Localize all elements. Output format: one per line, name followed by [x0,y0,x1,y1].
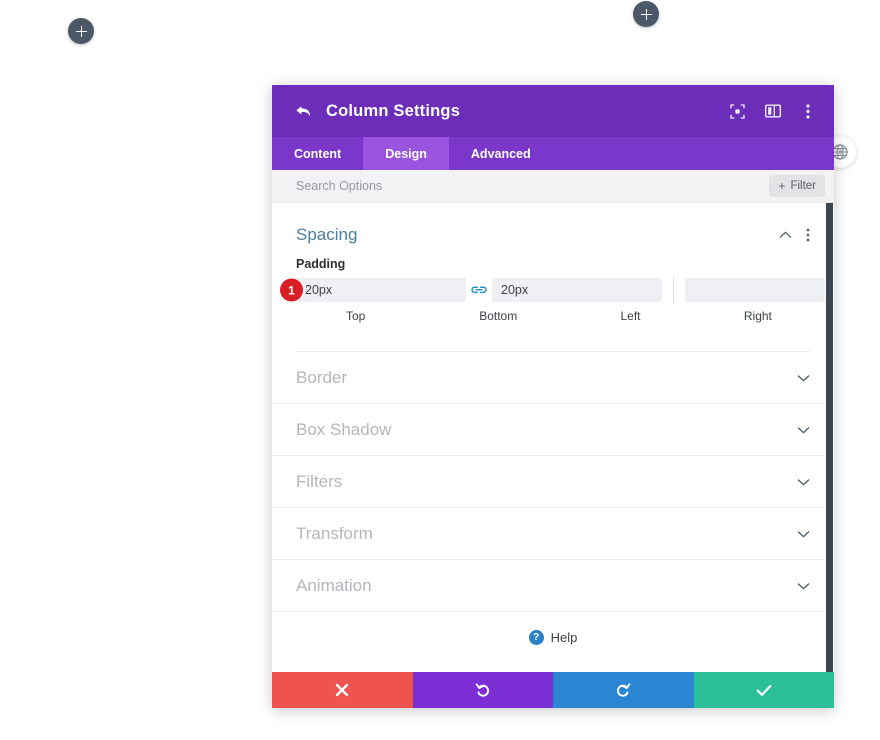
help-row[interactable]: ? Help [272,612,834,662]
chevron-down-icon[interactable] [797,577,810,595]
search-options-row: + Filter [272,170,834,203]
section-border-title: Border [296,367,348,387]
filter-button-label: Filter [790,180,816,192]
padding-right-label: Right [743,309,772,323]
chevron-down-icon[interactable] [797,473,810,491]
padding-field-label: Padding [296,257,346,271]
split-view-icon[interactable] [764,103,781,120]
padding-top-input[interactable] [296,278,466,302]
section-filters[interactable]: Filters [272,456,834,508]
globe-icon [832,144,848,160]
help-label: Help [550,629,578,645]
more-options-icon[interactable] [806,228,810,242]
undo-icon [475,683,489,697]
focus-mode-icon[interactable] [729,103,746,120]
modal-scroll-body: Spacing Padding 1 20px 20px Top Bottom L… [272,203,834,672]
plus-icon [640,8,652,20]
modal-footer [272,672,834,708]
section-spacing-controls [779,228,810,242]
undo-button[interactable] [412,672,553,708]
section-spacing: Spacing Padding 1 20px 20px Top Bottom L… [272,203,834,352]
redo-button[interactable] [553,672,694,708]
chain-linked-icon[interactable] [466,284,492,296]
section-transform[interactable]: Transform [272,508,834,560]
filter-button[interactable]: + Filter [769,175,825,197]
check-icon [756,684,772,696]
padding-labels-row: Top Bottom Left Right [296,309,810,323]
chevron-up-icon[interactable] [779,231,792,239]
padding-divider [673,277,674,303]
section-box-shadow-title: Box Shadow [296,419,392,439]
help-icon: ? [528,629,544,645]
search-input[interactable] [296,179,770,193]
chevron-down-icon[interactable] [797,421,810,439]
tab-advanced[interactable]: Advanced [449,137,553,170]
section-box-shadow[interactable]: Box Shadow [272,404,834,456]
page-title: Column Settings [326,101,461,120]
cancel-button[interactable] [272,672,413,708]
padding-top-label: Top [346,309,366,323]
section-filters-title: Filters [296,471,343,491]
tab-design[interactable]: Design [363,137,449,170]
modal-tab-bar: Content Design Advanced [272,137,834,170]
padding-left-right-group [685,278,834,302]
redo-icon [617,683,631,697]
section-animation[interactable]: Animation [272,560,834,612]
add-module-right-button[interactable] [633,1,659,27]
plus-icon: + [778,179,786,193]
scrollbar-track[interactable] [825,203,834,672]
padding-left-input[interactable] [685,278,834,302]
plus-icon [75,25,87,37]
tab-content[interactable]: Content [272,137,363,170]
chevron-down-icon[interactable] [797,525,810,543]
padding-bottom-input[interactable] [492,278,662,302]
section-animation-title: Animation [296,575,372,595]
step-badge-1: 1 [280,278,303,302]
back-arrow-icon[interactable] [294,102,312,120]
padding-bottom-label: Bottom [479,309,518,323]
add-module-left-button[interactable] [68,18,94,44]
scrollbar-thumb[interactable] [826,203,833,672]
padding-inputs-row: 1 [280,277,834,303]
column-settings-modal: Column Settings Content Design Advanced … [272,85,834,708]
close-icon [336,683,349,697]
chevron-down-icon[interactable] [797,369,810,387]
save-button[interactable] [693,672,834,708]
modal-header: Column Settings [272,85,834,137]
section-border[interactable]: Border [272,352,834,404]
header-icon-group [729,103,816,120]
more-options-icon[interactable] [799,103,816,120]
section-spacing-header[interactable]: Spacing [296,203,810,257]
section-spacing-title: Spacing [296,225,358,244]
padding-top-bottom-group [296,278,662,302]
padding-left-label: Left [620,309,641,323]
section-transform-title: Transform [296,523,373,543]
